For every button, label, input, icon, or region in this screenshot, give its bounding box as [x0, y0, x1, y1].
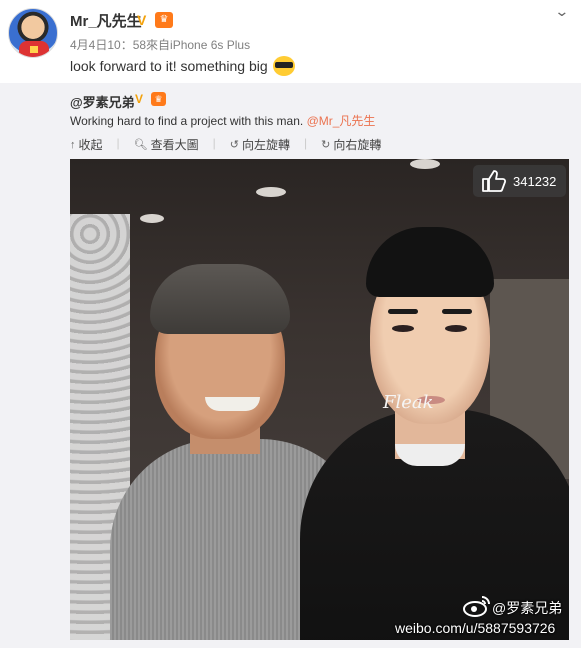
repost-mention-link[interactable]: @Mr_凡先生: [307, 114, 376, 128]
rotate-right-icon: ↻: [321, 139, 331, 151]
repost-vip-crown-icon: ♛: [151, 92, 166, 106]
rotate-right-label: 向右旋轉: [333, 138, 382, 152]
shirt-text: Fleak: [383, 392, 434, 413]
repost-username[interactable]: @罗素兄弟: [70, 92, 135, 111]
cool-emoji-icon: [273, 56, 295, 76]
view-large-button[interactable]: 🔍︎ 查看大圖: [134, 136, 199, 153]
watermark-url: weibo.com/u/5887593726: [395, 620, 556, 636]
ceiling-light: [256, 187, 286, 197]
rotate-left-label: 向左旋轉: [241, 138, 290, 152]
like-count: 341232: [513, 173, 557, 189]
vip-crown-icon: ♛: [155, 12, 173, 28]
rotate-right-button[interactable]: ↻ 向右旋轉: [321, 136, 381, 153]
repost-verified-icon: V: [135, 92, 144, 106]
post-photo[interactable]: [70, 159, 569, 640]
weibo-logo-icon: [463, 596, 490, 617]
divider: |: [212, 136, 216, 150]
user-avatar[interactable]: [8, 8, 58, 58]
chevron-down-icon[interactable]: ⌄: [554, 3, 569, 20]
post-text: look forward to it! something big: [70, 58, 268, 74]
post-username[interactable]: Mr_凡先生: [70, 10, 142, 31]
image-actions-bar: ↑ 收起 | 🔍︎ 查看大圖 | ↺ 向左旋轉 | ↻ 向右旋轉: [70, 136, 381, 153]
collapse-button[interactable]: ↑ 收起: [70, 136, 103, 153]
person-right: [300, 199, 569, 640]
rotate-left-button[interactable]: ↺ 向左旋轉: [230, 136, 290, 153]
arrow-up-icon: ↑: [70, 138, 76, 151]
thumbs-up-icon: [482, 170, 507, 192]
view-large-label: 查看大圖: [150, 138, 199, 152]
watermark-handle: @罗素兄弟: [492, 600, 563, 616]
ceiling-light: [140, 214, 164, 223]
divider: |: [303, 136, 308, 150]
rotate-left-icon: ↺: [229, 139, 239, 151]
post-meta[interactable]: 4月4日10：58來自iPhone 6s Plus: [70, 36, 250, 53]
avatar-emblem: [30, 46, 38, 53]
repost-body: Working hard to find a project with this…: [70, 114, 304, 128]
verified-icon: V: [137, 12, 147, 28]
magnifier-icon: 🔍︎: [133, 139, 148, 151]
repost-text: Working hard to find a project with this…: [70, 112, 375, 129]
collapse-label: 收起: [78, 138, 103, 152]
like-badge[interactable]: 341232: [473, 165, 566, 197]
ceiling-light: [410, 159, 440, 169]
divider: |: [116, 136, 120, 150]
